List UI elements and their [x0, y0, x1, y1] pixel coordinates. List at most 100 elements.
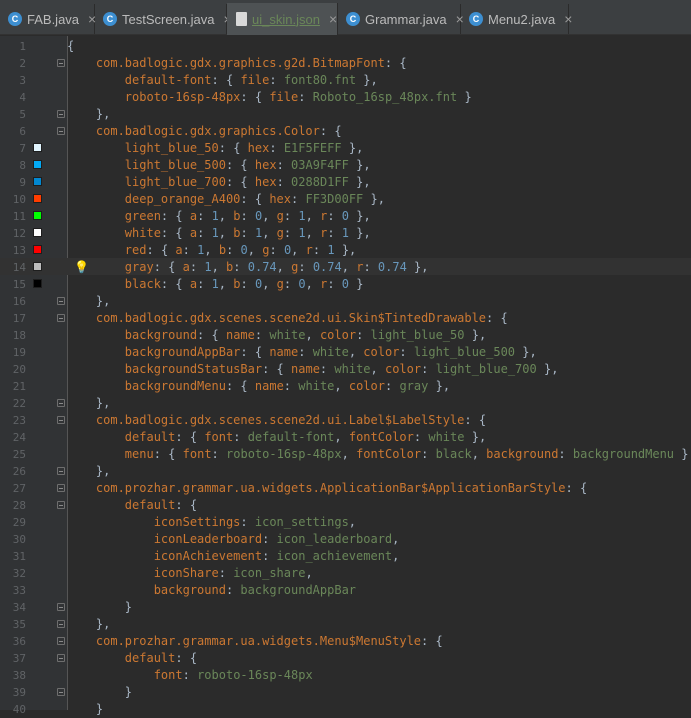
fold-toggle-icon[interactable]: [57, 484, 65, 492]
code-line[interactable]: 30 iconLeaderboard: icon_leaderboard,: [0, 531, 691, 548]
line-number: 24: [12, 431, 26, 444]
tab-ui-skin-json[interactable]: ui_skin.json ×: [227, 3, 338, 35]
fold-toggle-icon[interactable]: [57, 688, 65, 696]
code-line[interactable]: 31 iconAchievement: icon_achievement,: [0, 548, 691, 565]
code-text: },: [95, 464, 111, 478]
code-line[interactable]: 33 background: backgroundAppBar: [0, 582, 691, 599]
tab-label: Grammar.java: [365, 11, 447, 27]
code-line[interactable]: 25 menu: { font: roboto-16sp-48px, fontC…: [0, 446, 691, 463]
fold-toggle-icon[interactable]: [57, 399, 65, 407]
code-line[interactable]: 34 }: [0, 599, 691, 616]
code-line[interactable]: 12 white: { a: 1, b: 1, g: 1, r: 1 },: [0, 225, 691, 242]
code-line[interactable]: 37 default: {: [0, 650, 691, 667]
close-icon[interactable]: ×: [329, 11, 337, 27]
line-number: 6: [19, 125, 26, 138]
line-number: 10: [12, 193, 26, 206]
line-number: 19: [12, 346, 26, 359]
code-line[interactable]: 23 com.badlogic.gdx.scenes.scene2d.ui.La…: [0, 412, 691, 429]
color-swatch-icon[interactable]: [33, 177, 42, 186]
color-swatch-icon[interactable]: [33, 262, 42, 271]
code-line[interactable]: 35 },: [0, 616, 691, 633]
fold-toggle-icon[interactable]: [57, 127, 65, 135]
code-line[interactable]: 18 background: { name: white, color: lig…: [0, 327, 691, 344]
close-icon[interactable]: ×: [564, 11, 572, 27]
code-line[interactable]: 6 com.badlogic.gdx.graphics.Color: {: [0, 123, 691, 140]
code-line[interactable]: 17 com.badlogic.gdx.scenes.scene2d.ui.Sk…: [0, 310, 691, 327]
code-text: iconLeaderboard: icon_leaderboard,: [153, 532, 400, 546]
code-line[interactable]: 19 backgroundAppBar: { name: white, colo…: [0, 344, 691, 361]
code-line[interactable]: 24 default: { font: default-font, fontCo…: [0, 429, 691, 446]
line-number: 1: [19, 40, 26, 53]
line-number: 30: [12, 533, 26, 546]
code-line[interactable]: 27 com.prozhar.grammar.ua.widgets.Applic…: [0, 480, 691, 497]
json-file-icon: [236, 12, 247, 26]
line-number: 31: [12, 550, 26, 563]
code-line[interactable]: 22 },: [0, 395, 691, 412]
code-line[interactable]: 29 iconSettings: icon_settings,: [0, 514, 691, 531]
code-text: },: [95, 107, 111, 121]
code-line[interactable]: 39 }: [0, 684, 691, 701]
code-text: red: { a: 1, b: 0, g: 0, r: 1 },: [124, 243, 357, 257]
color-swatch-icon[interactable]: [33, 228, 42, 237]
line-number: 26: [12, 465, 26, 478]
code-line[interactable]: 28 default: {: [0, 497, 691, 514]
code-line[interactable]: 32 iconShare: icon_share,: [0, 565, 691, 582]
code-line[interactable]: 15 black: { a: 1, b: 0, g: 0, r: 0 }: [0, 276, 691, 293]
fold-toggle-icon[interactable]: [57, 620, 65, 628]
fold-toggle-icon[interactable]: [57, 59, 65, 67]
fold-toggle-icon[interactable]: [57, 314, 65, 322]
color-swatch-icon[interactable]: [33, 160, 42, 169]
fold-toggle-icon[interactable]: [57, 297, 65, 305]
code-text: default: {: [124, 498, 198, 512]
code-text: menu: { font: roboto-16sp-48px, fontColo…: [124, 447, 689, 461]
color-swatch-icon[interactable]: [33, 279, 42, 288]
code-text: default-font: { file: font80.fnt },: [124, 73, 378, 87]
code-line[interactable]: 4 roboto-16sp-48px: { file: Roboto_16sp_…: [0, 89, 691, 106]
tab-menu2-java[interactable]: C Menu2.java ×: [461, 4, 572, 34]
code-line[interactable]: 9 light_blue_700: { hex: 0288D1FF },: [0, 174, 691, 191]
line-number: 3: [19, 74, 26, 87]
code-text: backgroundMenu: { name: white, color: gr…: [124, 379, 451, 393]
code-text: background: backgroundAppBar: [153, 583, 357, 597]
tab-testscreen-java[interactable]: CTestScreen.java×: [95, 4, 232, 34]
code-text: com.prozhar.grammar.ua.widgets.Menu$Menu…: [95, 634, 443, 648]
code-line[interactable]: 7 light_blue_50: { hex: E1F5FEFF },: [0, 140, 691, 157]
code-line[interactable]: 8 light_blue_500: { hex: 03A9F4FF },: [0, 157, 691, 174]
tab-fab-java[interactable]: C FAB.java ×: [0, 4, 96, 34]
tab-grammar-java[interactable]: C Grammar.java ×: [338, 4, 464, 34]
code-line[interactable]: 16 },: [0, 293, 691, 310]
fold-toggle-icon[interactable]: [57, 467, 65, 475]
fold-toggle-icon[interactable]: [57, 501, 65, 509]
line-number: 22: [12, 397, 26, 410]
code-text: iconShare: icon_share,: [153, 566, 313, 580]
line-number: 4: [19, 91, 26, 104]
code-text: green: { a: 1, b: 0, g: 1, r: 0 },: [124, 209, 371, 223]
line-number: 9: [19, 176, 26, 189]
code-line[interactable]: 20 backgroundStatusBar: { name: white, c…: [0, 361, 691, 378]
code-line[interactable]: 26 },: [0, 463, 691, 480]
code-line[interactable]: 21 backgroundMenu: { name: white, color:…: [0, 378, 691, 395]
code-line[interactable]: 13 red: { a: 1, b: 0, g: 0, r: 1 },: [0, 242, 691, 259]
fold-toggle-icon[interactable]: [57, 654, 65, 662]
fold-toggle-icon[interactable]: [57, 416, 65, 424]
fold-toggle-icon[interactable]: [57, 110, 65, 118]
code-line[interactable]: 36 com.prozhar.grammar.ua.widgets.Menu$M…: [0, 633, 691, 650]
color-swatch-icon[interactable]: [33, 143, 42, 152]
code-line[interactable]: 1{: [0, 38, 691, 55]
color-swatch-icon[interactable]: [33, 211, 42, 220]
code-line[interactable]: 5 },: [0, 106, 691, 123]
color-swatch-icon[interactable]: [33, 194, 42, 203]
code-line[interactable]: 2 com.badlogic.gdx.graphics.g2d.BitmapFo…: [0, 55, 691, 72]
code-line[interactable]: 38 font: roboto-16sp-48px: [0, 667, 691, 684]
color-swatch-icon[interactable]: [33, 245, 42, 254]
class-icon: C: [103, 12, 117, 26]
line-number: 33: [12, 584, 26, 597]
code-line[interactable]: 10 deep_orange_A400: { hex: FF3D00FF },: [0, 191, 691, 208]
fold-toggle-icon[interactable]: [57, 637, 65, 645]
code-line[interactable]: 14 💡 gray: { a: 1, b: 0.74, g: 0.74, r: 0…: [0, 259, 691, 276]
code-text: {: [67, 39, 75, 53]
code-line[interactable]: 11 green: { a: 1, b: 0, g: 1, r: 0 },: [0, 208, 691, 225]
line-number: 15: [12, 278, 26, 291]
fold-toggle-icon[interactable]: [57, 603, 65, 611]
code-line[interactable]: 3 default-font: { file: font80.fnt },: [0, 72, 691, 89]
